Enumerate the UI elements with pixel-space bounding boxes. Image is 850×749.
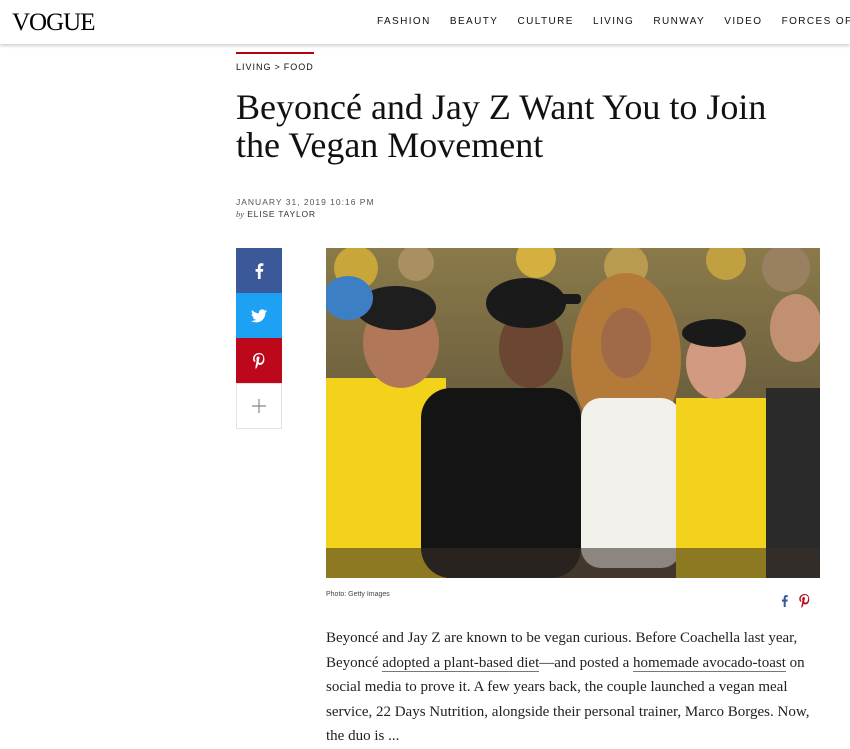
photo-caption: Photo: Getty Images bbox=[326, 591, 390, 598]
top-navigation-bar: VOGUE FASHION BEAUTY CULTURE LIVING RUNW… bbox=[0, 0, 850, 44]
photo-share-buttons bbox=[780, 594, 810, 608]
hero-photo-illustration bbox=[326, 248, 820, 578]
share-more-button[interactable] bbox=[236, 383, 282, 429]
pinterest-icon[interactable] bbox=[799, 594, 810, 608]
section-accent-rule bbox=[236, 52, 314, 54]
nav-item-living[interactable]: LIVING bbox=[593, 16, 634, 28]
share-rail bbox=[236, 248, 282, 429]
article-title: Beyoncé and Jay Z Want You to Join the V… bbox=[236, 87, 767, 165]
share-facebook-button[interactable] bbox=[236, 248, 282, 293]
main-nav: FASHION BEAUTY CULTURE LIVING RUNWAY VID… bbox=[377, 16, 850, 28]
link-plant-based-diet[interactable]: adopted a plant-based diet bbox=[382, 654, 540, 672]
nav-item-runway[interactable]: RUNWAY bbox=[653, 16, 705, 28]
byline-prefix: by bbox=[236, 209, 245, 219]
vogue-logo[interactable]: VOGUE bbox=[12, 9, 95, 37]
article-text: —and posted a bbox=[539, 654, 633, 671]
twitter-icon bbox=[251, 308, 267, 322]
nav-item-forces-of-fashion[interactable]: FORCES OF FASHION bbox=[782, 16, 850, 28]
nav-item-beauty[interactable]: BEAUTY bbox=[450, 16, 498, 28]
breadcrumb-food[interactable]: FOOD bbox=[284, 62, 314, 72]
breadcrumb-separator: > bbox=[274, 62, 281, 72]
link-homemade-avocado-toast[interactable]: homemade avocado-toast bbox=[633, 654, 786, 672]
share-pinterest-button[interactable] bbox=[236, 338, 282, 383]
facebook-icon[interactable] bbox=[780, 594, 789, 608]
breadcrumb: LIVING > FOOD bbox=[236, 62, 314, 73]
nav-item-culture[interactable]: CULTURE bbox=[518, 16, 574, 28]
nav-item-fashion[interactable]: FASHION bbox=[377, 16, 431, 28]
byline: by ELISE TAYLOR bbox=[236, 209, 316, 219]
publish-date: JANUARY 31, 2019 10:16 PM bbox=[236, 197, 375, 207]
plus-icon bbox=[252, 399, 266, 413]
article-hero-photo bbox=[326, 248, 820, 578]
breadcrumb-living[interactable]: LIVING bbox=[236, 62, 272, 72]
share-twitter-button[interactable] bbox=[236, 293, 282, 338]
facebook-icon bbox=[255, 262, 264, 279]
pinterest-icon bbox=[253, 352, 265, 369]
nav-item-video[interactable]: VIDEO bbox=[724, 16, 762, 28]
author-name[interactable]: ELISE TAYLOR bbox=[247, 209, 316, 219]
article-body: Beyoncé and Jay Z are known to be vegan … bbox=[326, 626, 820, 749]
